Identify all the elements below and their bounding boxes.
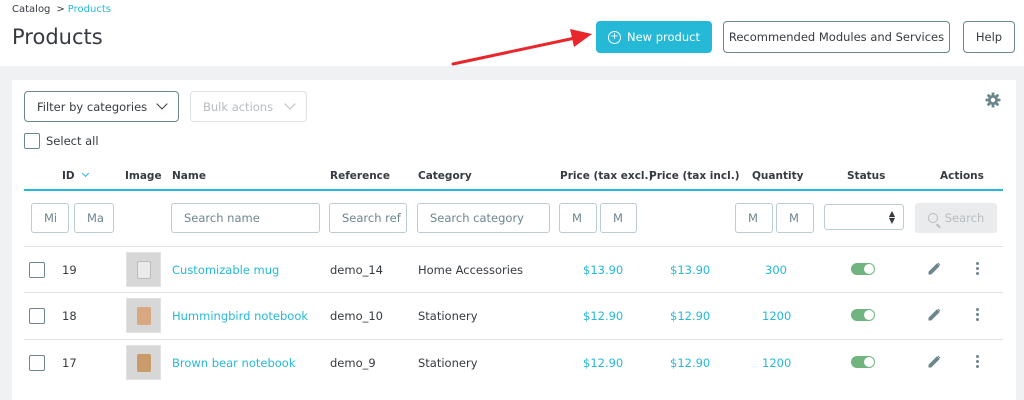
- row-checkbox[interactable]: [29, 262, 45, 278]
- id-min-input[interactable]: Mi: [31, 203, 69, 233]
- row-price-incl: $13.90: [670, 263, 711, 277]
- product-thumbnail[interactable]: [126, 298, 161, 333]
- help-button[interactable]: Help: [963, 21, 1015, 53]
- edit-pencil-icon[interactable]: [928, 262, 941, 275]
- row-reference: demo_10: [330, 309, 383, 323]
- select-arrows-icon: ▲ ▼: [888, 209, 895, 225]
- sort-chevron-icon: [81, 169, 89, 178]
- more-actions-icon[interactable]: [976, 355, 979, 370]
- breadcrumb-catalog[interactable]: Catalog: [12, 4, 50, 15]
- quantity-max-input[interactable]: M: [776, 203, 814, 233]
- row-price-excl[interactable]: $13.90: [583, 263, 623, 277]
- row-price-incl: $12.90: [670, 309, 711, 323]
- row-price-excl[interactable]: $12.90: [583, 309, 623, 323]
- status-toggle[interactable]: [851, 309, 875, 321]
- bulk-actions-dropdown[interactable]: Bulk actions: [190, 91, 307, 122]
- status-select[interactable]: ▲ ▼: [824, 204, 904, 230]
- gear-icon[interactable]: [985, 92, 1001, 108]
- plus-circle-icon: +: [608, 30, 621, 44]
- help-label: Help: [975, 30, 1003, 44]
- column-header-id-label: ID: [62, 170, 75, 182]
- status-toggle[interactable]: [851, 263, 875, 275]
- recommended-modules-button[interactable]: Recommended Modules and Services: [723, 21, 950, 53]
- search-button[interactable]: Search: [915, 203, 997, 233]
- column-header-image: Image: [125, 170, 162, 182]
- search-icon: [927, 213, 938, 223]
- column-header-id[interactable]: ID: [62, 169, 89, 182]
- row-checkbox[interactable]: [29, 355, 45, 371]
- column-header-price-excl[interactable]: Price (tax excl.): [560, 170, 653, 182]
- column-header-price-incl: Price (tax incl.): [649, 170, 740, 182]
- row-quantity[interactable]: 1200: [762, 356, 791, 370]
- chevron-down-icon: [156, 98, 168, 110]
- notebook-image: [136, 353, 151, 372]
- new-product-button[interactable]: + New product: [596, 21, 712, 53]
- breadcrumb-separator: >: [56, 4, 65, 15]
- row-category: Home Accessories: [418, 263, 524, 277]
- product-thumbnail[interactable]: [126, 252, 161, 287]
- quantity-min-input[interactable]: M: [735, 203, 773, 233]
- edit-pencil-icon[interactable]: [928, 308, 941, 321]
- page-title: Products: [12, 25, 103, 49]
- product-name-link[interactable]: Hummingbird notebook: [172, 309, 308, 323]
- row-category: Stationery: [418, 356, 478, 370]
- column-header-actions: Actions: [940, 170, 984, 182]
- column-header-quantity[interactable]: Quantity: [752, 170, 803, 182]
- row-price-excl[interactable]: $12.90: [583, 356, 623, 370]
- product-name-link[interactable]: Customizable mug: [172, 263, 279, 277]
- row-id: 19: [62, 263, 77, 277]
- red-arrow-annotation: [451, 29, 592, 66]
- edit-pencil-icon[interactable]: [928, 355, 941, 368]
- recommended-modules-label: Recommended Modules and Services: [728, 30, 945, 44]
- filter-by-categories-dropdown[interactable]: Filter by categories: [24, 91, 179, 122]
- column-header-reference[interactable]: Reference: [330, 170, 390, 182]
- category-search-input[interactable]: Search category: [417, 203, 550, 233]
- select-all-checkbox[interactable]: [24, 133, 40, 149]
- price-max-input[interactable]: M: [600, 203, 637, 233]
- row-reference: demo_9: [330, 356, 376, 370]
- bulk-actions-label: Bulk actions: [203, 99, 274, 114]
- more-actions-icon[interactable]: [976, 262, 979, 277]
- breadcrumb: Catalog > Products: [12, 4, 111, 15]
- breadcrumb-products[interactable]: Products: [68, 4, 111, 15]
- notebook-image: [136, 306, 151, 325]
- price-min-input[interactable]: M: [559, 203, 597, 233]
- column-header-status[interactable]: Status: [847, 170, 885, 182]
- reference-search-input[interactable]: Search ref: [329, 203, 407, 233]
- filter-by-categories-label: Filter by categories: [37, 99, 148, 114]
- row-checkbox[interactable]: [29, 308, 45, 324]
- select-all-label: Select all: [46, 134, 99, 148]
- product-name-link[interactable]: Brown bear notebook: [172, 356, 296, 370]
- row-quantity[interactable]: 300: [765, 263, 787, 277]
- more-actions-icon[interactable]: [976, 308, 979, 323]
- new-product-label: New product: [627, 30, 700, 44]
- row-id: 17: [62, 356, 77, 370]
- column-header-category[interactable]: Category: [418, 170, 472, 182]
- row-reference: demo_14: [330, 263, 383, 277]
- status-toggle[interactable]: [851, 356, 875, 368]
- row-id: 18: [62, 309, 77, 323]
- search-button-label: Search: [944, 211, 985, 225]
- chevron-down-icon: [284, 98, 296, 110]
- column-header-name[interactable]: Name: [172, 170, 206, 182]
- name-search-input[interactable]: Search name: [171, 203, 320, 233]
- row-category: Stationery: [418, 309, 478, 323]
- row-price-incl: $12.90: [670, 356, 711, 370]
- product-thumbnail[interactable]: [126, 345, 161, 380]
- mug-image: [136, 260, 151, 279]
- row-quantity[interactable]: 1200: [762, 309, 791, 323]
- id-max-input[interactable]: Ma: [74, 203, 114, 233]
